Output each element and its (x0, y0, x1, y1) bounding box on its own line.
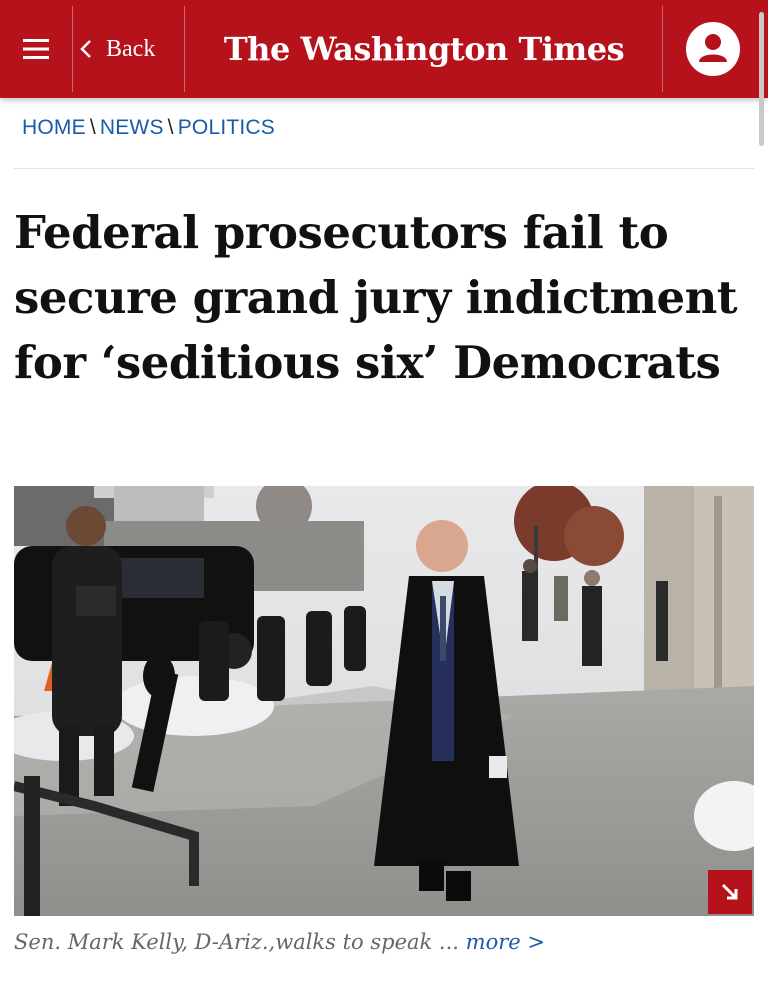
hamburger-menu-icon (23, 39, 49, 59)
breadcrumb-politics[interactable]: POLITICS (178, 116, 275, 139)
breadcrumb: HOME \ NEWS \ POLITICS (22, 116, 275, 140)
chevron-left-icon (80, 40, 91, 58)
header-divider (662, 6, 663, 92)
breadcrumb-separator: \ (167, 116, 174, 139)
user-account-icon (699, 34, 727, 62)
breadcrumb-home[interactable]: HOME (22, 116, 86, 139)
expand-arrow-icon (721, 883, 738, 900)
expand-image-button[interactable] (708, 870, 752, 914)
photo-caption: Sen. Mark Kelly, D-Ariz.,walks to speak … (14, 930, 545, 954)
scrollbar[interactable] (759, 12, 764, 146)
site-header: Back The Washington Times (0, 0, 768, 98)
photo-scene (14, 486, 754, 916)
breadcrumb-news[interactable]: NEWS (100, 116, 164, 139)
caption-text: Sen. Mark Kelly, D-Ariz.,walks to speak … (14, 930, 459, 954)
article-headline: Federal prosecutors fail to secure grand… (14, 206, 738, 389)
site-logo[interactable]: The Washington Times (186, 0, 662, 98)
account-button[interactable] (686, 22, 740, 76)
breadcrumb-separator: \ (89, 116, 96, 139)
back-button[interactable]: Back (80, 0, 155, 98)
header-divider (72, 6, 73, 92)
header-divider (184, 6, 185, 92)
menu-button[interactable] (0, 0, 72, 98)
divider-line (14, 168, 754, 169)
caption-more-link[interactable]: more > (466, 930, 545, 954)
article-photo[interactable] (14, 486, 754, 916)
back-label: Back (106, 35, 156, 62)
